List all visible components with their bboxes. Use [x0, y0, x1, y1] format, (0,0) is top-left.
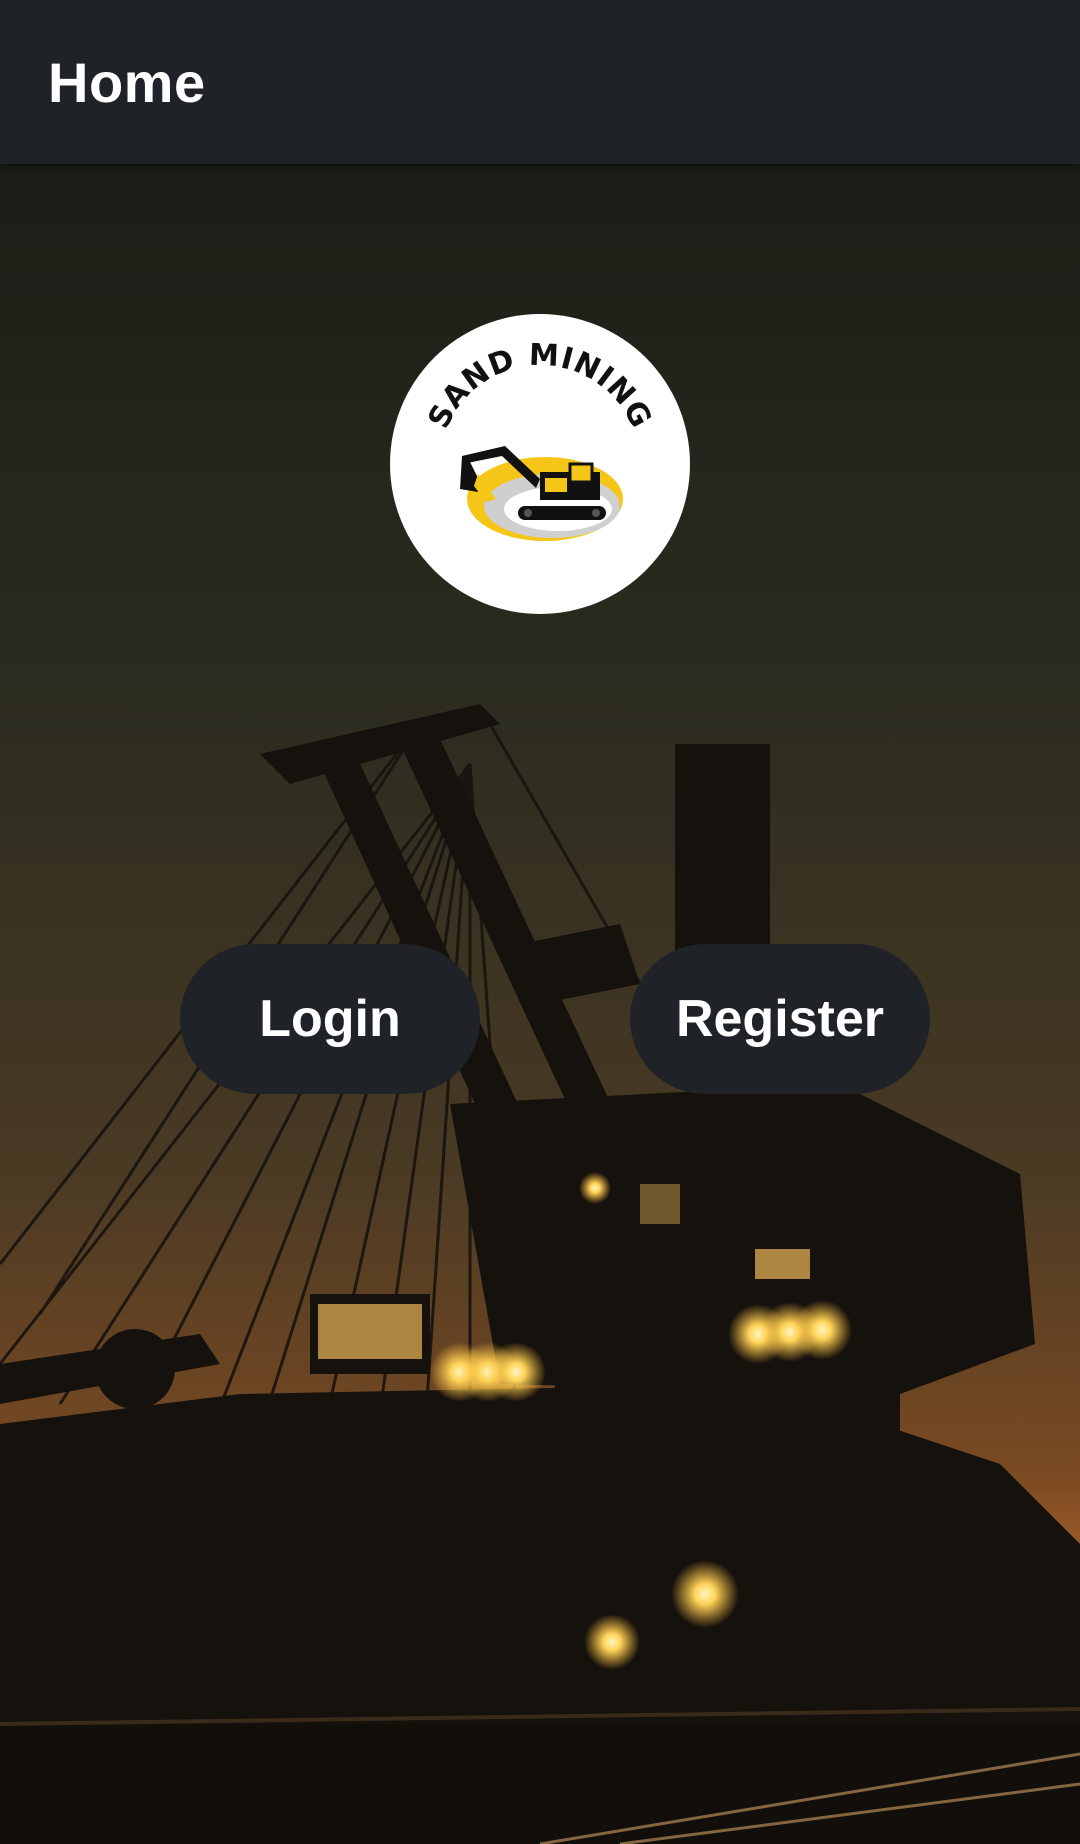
app-bar: Home: [0, 0, 1080, 164]
register-button[interactable]: Register: [630, 944, 930, 1094]
page-title: Home: [48, 51, 206, 114]
sand-mining-logo: SAND MINING: [390, 314, 690, 614]
excavator-icon: [460, 446, 623, 541]
home-screen: Home SAND MINING Login Register: [0, 0, 1080, 1844]
login-button[interactable]: Login: [180, 944, 480, 1094]
logo-text: SAND MINING: [421, 338, 658, 434]
